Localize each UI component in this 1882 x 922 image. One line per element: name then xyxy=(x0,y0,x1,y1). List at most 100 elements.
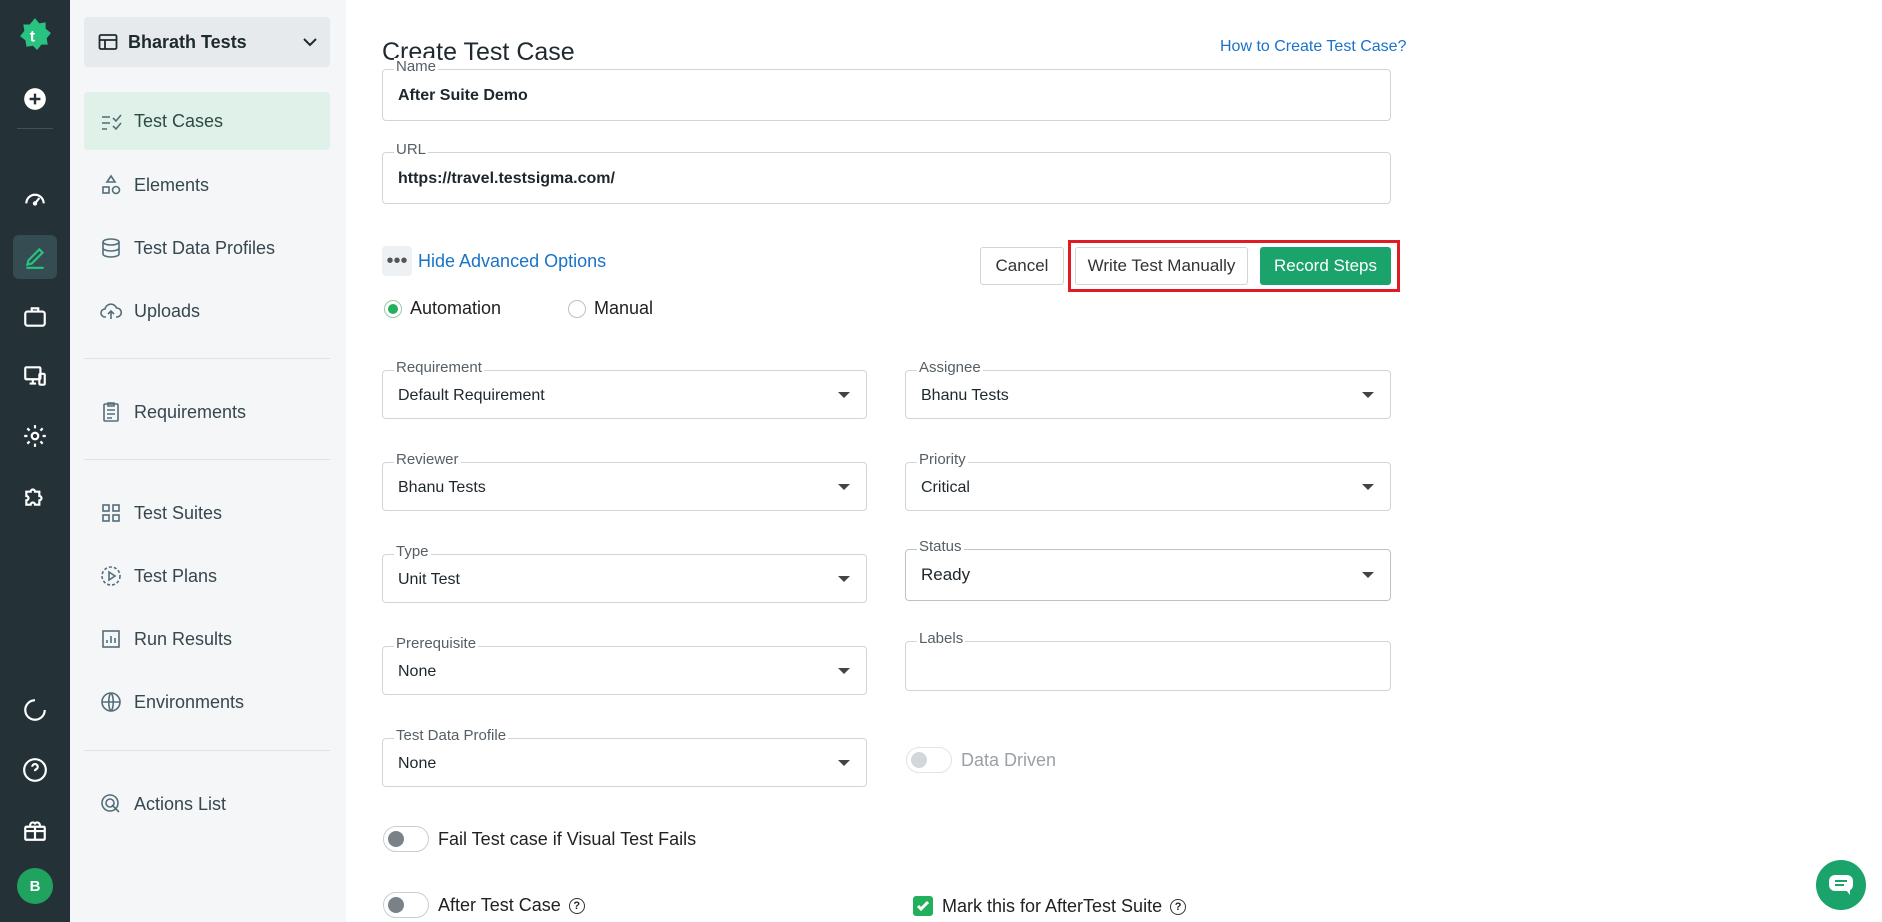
data-driven-label: Data Driven xyxy=(961,750,1057,770)
chevron-down-icon xyxy=(303,38,317,47)
sidebar-item-label: Test Suites xyxy=(134,502,223,523)
data-driven-toggle[interactable] xyxy=(906,747,952,773)
labels-label: Labels xyxy=(917,630,966,647)
cancel-button[interactable]: Cancel xyxy=(980,247,1064,285)
test-data-profile-value: None xyxy=(398,755,437,772)
workspace-icon xyxy=(98,34,118,50)
more-dots-icon: ••• xyxy=(382,246,412,276)
question-circle-icon[interactable]: ? xyxy=(1170,899,1187,916)
create-icon[interactable] xyxy=(13,77,57,121)
user-avatar[interactable]: B xyxy=(17,868,53,904)
pencil-icon[interactable] xyxy=(13,235,57,279)
settings-icon[interactable] xyxy=(13,414,57,458)
caret-down-icon xyxy=(1362,483,1374,490)
sidebar-item-test-plans[interactable]: Test Plans xyxy=(84,547,330,605)
sidebar-item-label: Uploads xyxy=(134,300,201,321)
advanced-options-toggle[interactable]: ••• Hide Advanced Options xyxy=(382,246,606,276)
sidebar-divider xyxy=(84,358,330,359)
write-test-manually-button[interactable]: Write Test Manually xyxy=(1075,247,1248,285)
after-suite-checkbox[interactable] xyxy=(913,896,933,916)
manual-radio[interactable]: Manual xyxy=(568,298,653,319)
sidebar-item-test-suites[interactable]: Test Suites xyxy=(84,484,330,542)
target-icon xyxy=(101,794,120,813)
sidebar-item-test-data-profiles[interactable]: Test Data Profiles xyxy=(84,219,330,277)
name-field[interactable]: Name After Suite Demo xyxy=(382,58,1391,121)
caret-down-icon xyxy=(838,391,850,398)
prerequisite-select[interactable]: Prerequisite None xyxy=(382,635,867,695)
play-circle-icon xyxy=(101,566,121,586)
sidebar-item-environments[interactable]: Environments xyxy=(84,673,330,731)
sidebar-item-actions-list[interactable]: Actions List xyxy=(84,775,330,833)
assignee-select[interactable]: Assignee Bhanu Tests xyxy=(905,359,1391,419)
reviewer-value: Bhanu Tests xyxy=(398,479,486,496)
manual-label: Manual xyxy=(594,298,654,318)
rail-divider xyxy=(17,128,53,129)
prerequisite-label: Prerequisite xyxy=(394,635,479,652)
puzzle-icon[interactable] xyxy=(13,474,57,518)
sidebar-item-test-cases[interactable]: Test Cases xyxy=(84,92,330,150)
prerequisite-value: None xyxy=(398,663,437,680)
testsigma-logo-icon[interactable]: t xyxy=(13,12,57,56)
briefcase-icon[interactable] xyxy=(13,295,57,339)
caret-down-icon xyxy=(838,483,850,490)
url-value: https://travel.testsigma.com/ xyxy=(398,170,615,187)
help-link[interactable]: How to Create Test Case? xyxy=(1220,38,1406,56)
chat-bubble-icon xyxy=(1829,875,1853,895)
question-circle-icon[interactable]: ? xyxy=(568,898,585,915)
visual-fail-toggle[interactable] xyxy=(383,826,429,852)
url-field[interactable]: URL https://travel.testsigma.com/ xyxy=(382,141,1391,204)
devices-icon[interactable] xyxy=(13,354,57,398)
status-label: Status xyxy=(917,538,964,555)
bar-chart-icon xyxy=(102,630,120,648)
requirement-select[interactable]: Requirement Default Requirement xyxy=(382,359,867,419)
icon-rail: t B xyxy=(0,0,70,922)
caret-down-icon xyxy=(838,667,850,674)
database-icon xyxy=(102,238,120,258)
test-data-profile-select[interactable]: Test Data Profile None xyxy=(382,727,867,787)
clipboard-icon xyxy=(103,402,119,422)
type-select[interactable]: Type Unit Test xyxy=(382,543,867,603)
name-value: After Suite Demo xyxy=(398,87,528,104)
caret-down-icon xyxy=(1362,391,1374,398)
labels-input[interactable]: Labels xyxy=(905,630,1391,691)
loading-circle-icon[interactable] xyxy=(13,688,57,732)
sidebar-item-label: Run Results xyxy=(134,628,233,649)
record-steps-button[interactable]: Record Steps xyxy=(1260,247,1391,285)
chat-widget-button[interactable] xyxy=(1816,860,1866,910)
checkmark-icon xyxy=(916,900,930,912)
after-suite-label: Mark this for AfterTest Suite xyxy=(942,896,1163,916)
automation-label: Automation xyxy=(410,298,502,318)
status-select[interactable]: Status Ready xyxy=(905,538,1391,601)
sidebar-item-label: Requirements xyxy=(134,401,247,422)
radio-unselected-icon xyxy=(568,299,586,318)
cloud-upload-icon xyxy=(100,303,122,319)
sidebar-divider xyxy=(84,459,330,460)
sidebar-item-label: Environments xyxy=(134,691,245,712)
sidebar-divider xyxy=(84,750,330,751)
requirement-value: Default Requirement xyxy=(398,387,545,404)
dashboard-icon[interactable] xyxy=(13,176,57,220)
automation-radio[interactable]: Automation xyxy=(384,298,501,319)
assignee-value: Bhanu Tests xyxy=(921,387,1009,404)
sidebar-item-label: Test Cases xyxy=(134,110,224,131)
checklist-icon xyxy=(102,114,122,131)
sidebar-item-label: Test Data Profiles xyxy=(134,237,276,258)
test-data-profile-label: Test Data Profile xyxy=(394,727,509,744)
priority-select[interactable]: Priority Critical xyxy=(905,451,1391,511)
sidebar-item-uploads[interactable]: Uploads xyxy=(84,282,330,340)
globe-icon xyxy=(101,692,121,712)
sidebar-item-elements[interactable]: Elements xyxy=(84,156,330,214)
reviewer-select[interactable]: Reviewer Bhanu Tests xyxy=(382,451,867,511)
sidebar-item-label: Test Plans xyxy=(134,565,218,586)
workspace-selector[interactable]: Bharath Tests xyxy=(84,17,330,67)
caret-down-icon xyxy=(838,575,850,582)
sidebar: Bharath Tests Test Cases Elements Test D… xyxy=(70,0,346,922)
sidebar-item-requirements[interactable]: Requirements xyxy=(84,383,330,441)
gift-icon[interactable] xyxy=(13,808,57,852)
sidebar-item-run-results[interactable]: Run Results xyxy=(84,610,330,668)
priority-label: Priority xyxy=(917,451,968,468)
help-icon[interactable] xyxy=(13,748,57,792)
after-test-case-toggle[interactable] xyxy=(383,892,429,918)
workspace-name: Bharath Tests xyxy=(128,31,247,52)
shapes-icon xyxy=(102,174,121,195)
